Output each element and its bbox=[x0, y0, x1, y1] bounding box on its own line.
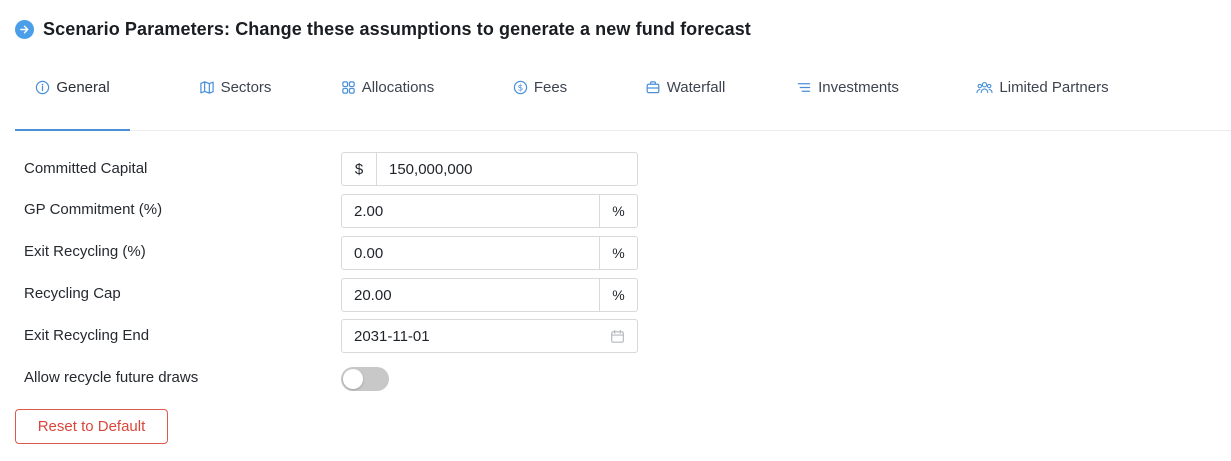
committed-capital-value[interactable]: 150,000,000 bbox=[377, 161, 472, 178]
tab-sectors[interactable]: Sectors bbox=[175, 64, 295, 130]
tab-waterfall[interactable]: Waterfall bbox=[625, 64, 745, 130]
percent-suffix: % bbox=[599, 195, 637, 227]
recycling-cap-field[interactable]: 20.00 % bbox=[341, 278, 638, 312]
tab-label: General bbox=[56, 78, 110, 96]
tab-label: Sectors bbox=[220, 78, 272, 96]
tab-label: Allocations bbox=[361, 78, 435, 96]
tab-allocations[interactable]: Allocations bbox=[325, 64, 450, 130]
tab-label: Waterfall bbox=[666, 78, 726, 96]
exit-recycling-value[interactable]: 0.00 bbox=[342, 245, 383, 262]
grid-icon bbox=[341, 80, 356, 95]
exit-recycling-end-datepicker[interactable]: 2031-11-01 bbox=[341, 319, 638, 353]
exit-recycling-end-label: Exit Recycling End bbox=[24, 327, 150, 344]
list-icon bbox=[796, 80, 812, 95]
map-icon bbox=[199, 80, 215, 95]
svg-text:$: $ bbox=[517, 83, 523, 93]
calendar-icon[interactable] bbox=[610, 329, 625, 344]
gp-commitment-value[interactable]: 2.00 bbox=[342, 203, 383, 220]
tab-label: Fees bbox=[533, 78, 568, 96]
arrow-right-circle-icon bbox=[15, 20, 34, 39]
tab-limited-partners[interactable]: Limited Partners bbox=[965, 64, 1120, 130]
currency-prefix: $ bbox=[342, 153, 377, 185]
tab-general[interactable]: General bbox=[15, 64, 130, 131]
users-icon bbox=[976, 80, 993, 95]
recycling-cap-label: Recycling Cap bbox=[24, 285, 121, 302]
briefcase-icon bbox=[645, 80, 661, 95]
percent-suffix: % bbox=[599, 279, 637, 311]
page-title: Scenario Parameters: Change these assump… bbox=[43, 19, 751, 39]
reset-to-default-button[interactable]: Reset to Default bbox=[15, 409, 168, 444]
percent-suffix: % bbox=[599, 237, 637, 269]
tab-fees[interactable]: $ Fees bbox=[495, 64, 585, 130]
tab-bar: General Sectors Allocations $ Fees Water… bbox=[15, 64, 1231, 131]
gp-commitment-label: GP Commitment (%) bbox=[24, 201, 163, 218]
exit-recycling-label: Exit Recycling (%) bbox=[24, 243, 146, 260]
tab-label: Investments bbox=[818, 78, 899, 96]
recycling-cap-value[interactable]: 20.00 bbox=[342, 287, 392, 304]
committed-capital-label: Committed Capital bbox=[24, 160, 148, 177]
committed-capital-field[interactable]: $ 150,000,000 bbox=[341, 152, 638, 186]
allow-recycle-label: Allow recycle future draws bbox=[24, 369, 199, 386]
gp-commitment-field[interactable]: 2.00 % bbox=[341, 194, 638, 228]
exit-recycling-end-value[interactable]: 2031-11-01 bbox=[342, 328, 430, 345]
dollar-circle-icon: $ bbox=[513, 80, 528, 95]
toggle-knob bbox=[343, 369, 363, 389]
tab-investments[interactable]: Investments bbox=[780, 64, 915, 130]
tab-label: Limited Partners bbox=[999, 78, 1109, 96]
allow-recycle-toggle[interactable] bbox=[341, 367, 389, 391]
info-icon bbox=[35, 80, 50, 95]
exit-recycling-field[interactable]: 0.00 % bbox=[341, 236, 638, 270]
page-header: Scenario Parameters: Change these assump… bbox=[15, 19, 751, 40]
